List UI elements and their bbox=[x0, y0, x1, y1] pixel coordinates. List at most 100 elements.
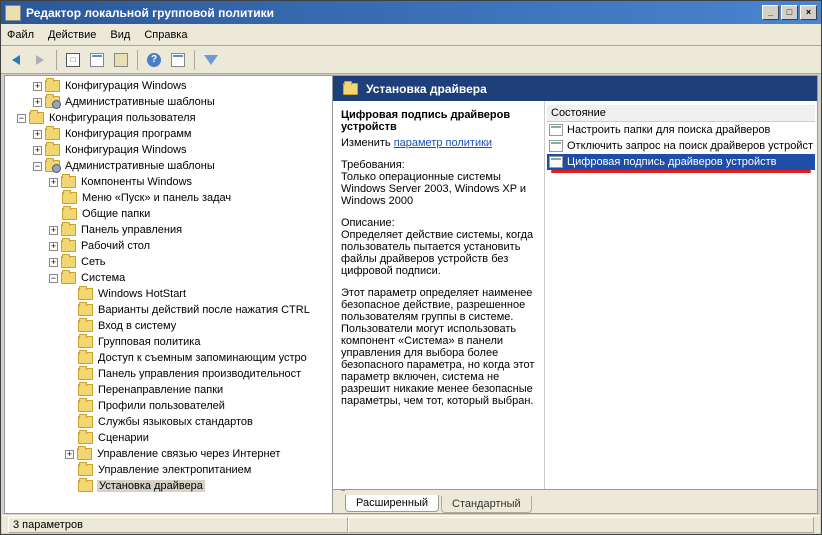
expand-icon[interactable]: + bbox=[33, 146, 42, 155]
content-pane: Установка драйвера Цифровая подпись драй… bbox=[333, 75, 818, 514]
tree-item-config-windows[interactable]: +Конфигурация Windows bbox=[5, 78, 332, 94]
expand-icon[interactable]: + bbox=[65, 450, 74, 459]
detail-column: Цифровая подпись драйверов устройств Изм… bbox=[333, 101, 545, 489]
app-icon bbox=[5, 5, 21, 21]
tree-item-user-config[interactable]: −Конфигурация пользователя bbox=[5, 110, 332, 126]
tree-item-group-policy[interactable]: Групповая политика bbox=[5, 334, 332, 350]
folder-icon bbox=[61, 176, 76, 188]
folder-icon bbox=[343, 83, 358, 95]
folder-icon bbox=[45, 144, 60, 156]
tree-item-scripts[interactable]: Сценарии bbox=[5, 430, 332, 446]
back-button[interactable] bbox=[5, 49, 27, 71]
status-bar: 3 параметров bbox=[2, 515, 820, 533]
export-button[interactable] bbox=[110, 49, 132, 71]
tree-item-driver-install[interactable]: Установка драйвера bbox=[5, 478, 332, 494]
description-text2: Этот параметр определяет наименее безопа… bbox=[341, 287, 536, 407]
collapse-icon[interactable]: − bbox=[49, 274, 58, 283]
options-button[interactable] bbox=[167, 49, 189, 71]
arrow-right-icon bbox=[36, 55, 44, 65]
expand-icon[interactable]: + bbox=[49, 242, 58, 251]
up-button[interactable]: □ bbox=[62, 49, 84, 71]
tree-item-shared-folders[interactable]: Общие папки bbox=[5, 206, 332, 222]
window-title: Редактор локальной групповой политики bbox=[26, 6, 274, 20]
tree-item-network[interactable]: +Сеть bbox=[5, 254, 332, 270]
menu-action[interactable]: Действие bbox=[48, 29, 96, 41]
folder-up-icon: □ bbox=[66, 53, 80, 67]
description-text1: Определяет действие системы, когда польз… bbox=[341, 229, 533, 277]
tree-item-user-profiles[interactable]: Профили пользователей bbox=[5, 398, 332, 414]
filter-button[interactable] bbox=[200, 49, 222, 71]
tree-item-start-menu[interactable]: Меню «Пуск» и панель задач bbox=[5, 190, 332, 206]
status-spacer bbox=[348, 517, 814, 533]
tree-item-control-panel[interactable]: +Панель управления bbox=[5, 222, 332, 238]
tab-standard[interactable]: Стандартный bbox=[441, 496, 532, 513]
expand-icon[interactable]: + bbox=[49, 226, 58, 235]
tree-item-windows-config[interactable]: +Конфигурация Windows bbox=[5, 142, 332, 158]
tab-extended[interactable]: Расширенный bbox=[345, 495, 439, 512]
expand-icon[interactable]: + bbox=[33, 98, 42, 107]
menu-view[interactable]: Вид bbox=[110, 29, 130, 41]
tree-item-hotstart[interactable]: Windows HotStart bbox=[5, 286, 332, 302]
column-header-state[interactable]: Состояние bbox=[547, 105, 815, 122]
folder-icon bbox=[78, 384, 93, 396]
maximize-button[interactable]: □ bbox=[781, 5, 798, 20]
content-title: Установка драйвера bbox=[366, 82, 487, 96]
tree-item-locale-services[interactable]: Службы языковых стандартов bbox=[5, 414, 332, 430]
folder-icon bbox=[78, 304, 93, 316]
folder-icon bbox=[78, 480, 93, 492]
tree-item-system[interactable]: −Система bbox=[5, 270, 332, 286]
tree-item-perf-panel[interactable]: Панель управления производительност bbox=[5, 366, 332, 382]
tree-item-desktop[interactable]: +Рабочий стол bbox=[5, 238, 332, 254]
arrow-left-icon bbox=[12, 55, 20, 65]
folder-icon bbox=[61, 272, 76, 284]
folder-icon bbox=[78, 416, 93, 428]
folder-icon bbox=[45, 80, 60, 92]
edit-policy-link[interactable]: параметр политики bbox=[394, 137, 492, 149]
folder-icon bbox=[61, 224, 76, 236]
expand-icon[interactable]: + bbox=[33, 82, 42, 91]
options-icon bbox=[171, 53, 185, 67]
list-item-selected[interactable]: Цифровая подпись драйверов устройств bbox=[547, 154, 815, 170]
policy-icon bbox=[549, 156, 563, 168]
collapse-icon[interactable]: − bbox=[33, 162, 42, 171]
tree-item-windows-components[interactable]: +Компоненты Windows bbox=[5, 174, 332, 190]
help-button[interactable]: ? bbox=[143, 49, 165, 71]
expand-icon[interactable]: + bbox=[49, 258, 58, 267]
folder-icon bbox=[45, 128, 60, 140]
tree-item-ctrl-actions[interactable]: Варианты действий после нажатия CTRL bbox=[5, 302, 332, 318]
folder-icon bbox=[78, 400, 93, 412]
status-count: 3 параметров bbox=[8, 517, 348, 533]
minimize-button[interactable]: _ bbox=[762, 5, 779, 20]
tree-item-admin-templates2[interactable]: −Административные шаблоны bbox=[5, 158, 332, 174]
folder-icon bbox=[78, 432, 93, 444]
tree-item-power-mgmt[interactable]: Управление электропитанием bbox=[5, 462, 332, 478]
folder-icon bbox=[61, 240, 76, 252]
list-item[interactable]: Настроить папки для поиска драйверов bbox=[547, 122, 815, 138]
expand-icon[interactable]: + bbox=[49, 178, 58, 187]
tree-item-folder-redirect[interactable]: Перенаправление папки bbox=[5, 382, 332, 398]
forward-button[interactable] bbox=[29, 49, 51, 71]
close-button[interactable]: × bbox=[800, 5, 817, 20]
properties-button[interactable] bbox=[86, 49, 108, 71]
tree-item-programs-config[interactable]: +Конфигурация программ bbox=[5, 126, 332, 142]
folder-icon bbox=[78, 288, 93, 300]
tree-item-logon[interactable]: Вход в систему bbox=[5, 318, 332, 334]
tree-item-admin-templates[interactable]: +Административные шаблоны bbox=[5, 94, 332, 110]
tree-item-internet-comm[interactable]: +Управление связью через Интернет bbox=[5, 446, 332, 462]
tree-pane[interactable]: +Конфигурация Windows +Административные … bbox=[4, 75, 333, 514]
policy-icon bbox=[549, 140, 563, 152]
folder-icon bbox=[77, 448, 92, 460]
policy-title: Цифровая подпись драйверов устройств bbox=[341, 109, 536, 133]
menu-help[interactable]: Справка bbox=[144, 29, 187, 41]
folder-icon bbox=[62, 208, 77, 220]
content-header: Установка драйвера bbox=[333, 76, 817, 101]
collapse-icon[interactable]: − bbox=[17, 114, 26, 123]
folder-icon bbox=[29, 112, 44, 124]
menu-file[interactable]: Файл bbox=[7, 29, 34, 41]
tree-item-removable[interactable]: Доступ к съемным запоминающим устро bbox=[5, 350, 332, 366]
list-item[interactable]: Отключить запрос на поиск драйверов устр… bbox=[547, 138, 815, 154]
help-icon: ? bbox=[147, 53, 161, 67]
expand-icon[interactable]: + bbox=[33, 130, 42, 139]
requirements-label: Требования: bbox=[341, 159, 536, 171]
settings-list[interactable]: Состояние Настроить папки для поиска дра… bbox=[545, 101, 817, 489]
